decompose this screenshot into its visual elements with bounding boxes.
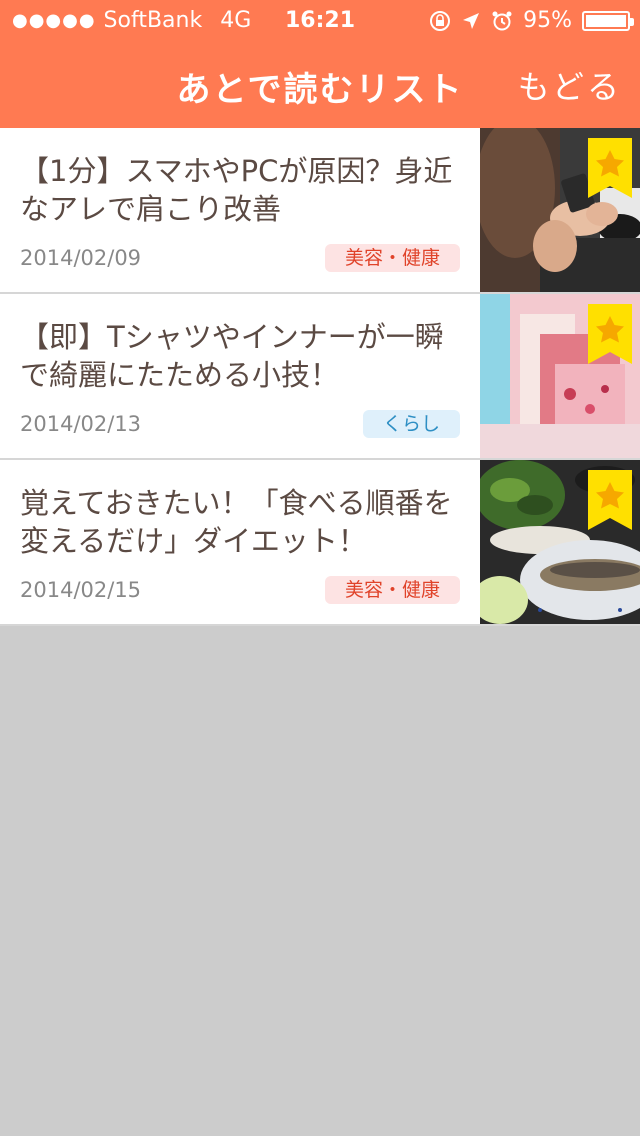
- article-thumbnail[interactable]: [480, 128, 640, 292]
- article-list: 【1分】スマホやPCが原因？身近なアレで肩こり改善 2014/02/09 美容・…: [0, 128, 640, 626]
- category-badge: 美容・健康: [324, 244, 460, 272]
- list-item[interactable]: 【1分】スマホやPCが原因？身近なアレで肩こり改善 2014/02/09 美容・…: [0, 128, 640, 294]
- article-title[interactable]: 覚えておきたい！「食べる順番を変えるだけ」ダイエット！: [20, 484, 460, 560]
- category-badge: くらし: [362, 410, 460, 438]
- status-bar: ●●●●● SoftBank 4G 16:21 95%: [0, 0, 640, 40]
- location-arrow-icon: [463, 12, 480, 29]
- article-thumbnail[interactable]: [480, 294, 640, 458]
- category-badge: 美容・健康: [324, 576, 460, 604]
- list-item[interactable]: 覚えておきたい！「食べる順番を変えるだけ」ダイエット！ 2014/02/15 美…: [0, 460, 640, 626]
- battery-icon: [582, 10, 634, 31]
- star-bookmark-icon[interactable]: [588, 470, 632, 530]
- alarm-icon: [492, 11, 512, 30]
- rotation-lock-icon: [430, 10, 451, 31]
- back-button[interactable]: もどる: [518, 62, 622, 108]
- article-thumbnail[interactable]: [480, 460, 640, 624]
- status-right: 95%: [429, 8, 634, 33]
- battery-percent: 95%: [523, 8, 572, 33]
- article-title[interactable]: 【即】Tシャツやインナーが一瞬で綺麗にたためる小技！: [20, 318, 460, 394]
- star-bookmark-icon[interactable]: [588, 304, 632, 364]
- article-title[interactable]: 【1分】スマホやPCが原因？身近なアレで肩こり改善: [20, 152, 460, 228]
- article-date: 2014/02/09: [20, 246, 142, 270]
- star-bookmark-icon[interactable]: [588, 138, 632, 198]
- article-date: 2014/02/13: [20, 412, 142, 436]
- article-date: 2014/02/15: [20, 578, 142, 602]
- list-item[interactable]: 【即】Tシャツやインナーが一瞬で綺麗にたためる小技！ 2014/02/13 くら…: [0, 294, 640, 460]
- nav-header: ●●●●● SoftBank 4G 16:21 95% あとで読むリスト もどる: [0, 0, 640, 128]
